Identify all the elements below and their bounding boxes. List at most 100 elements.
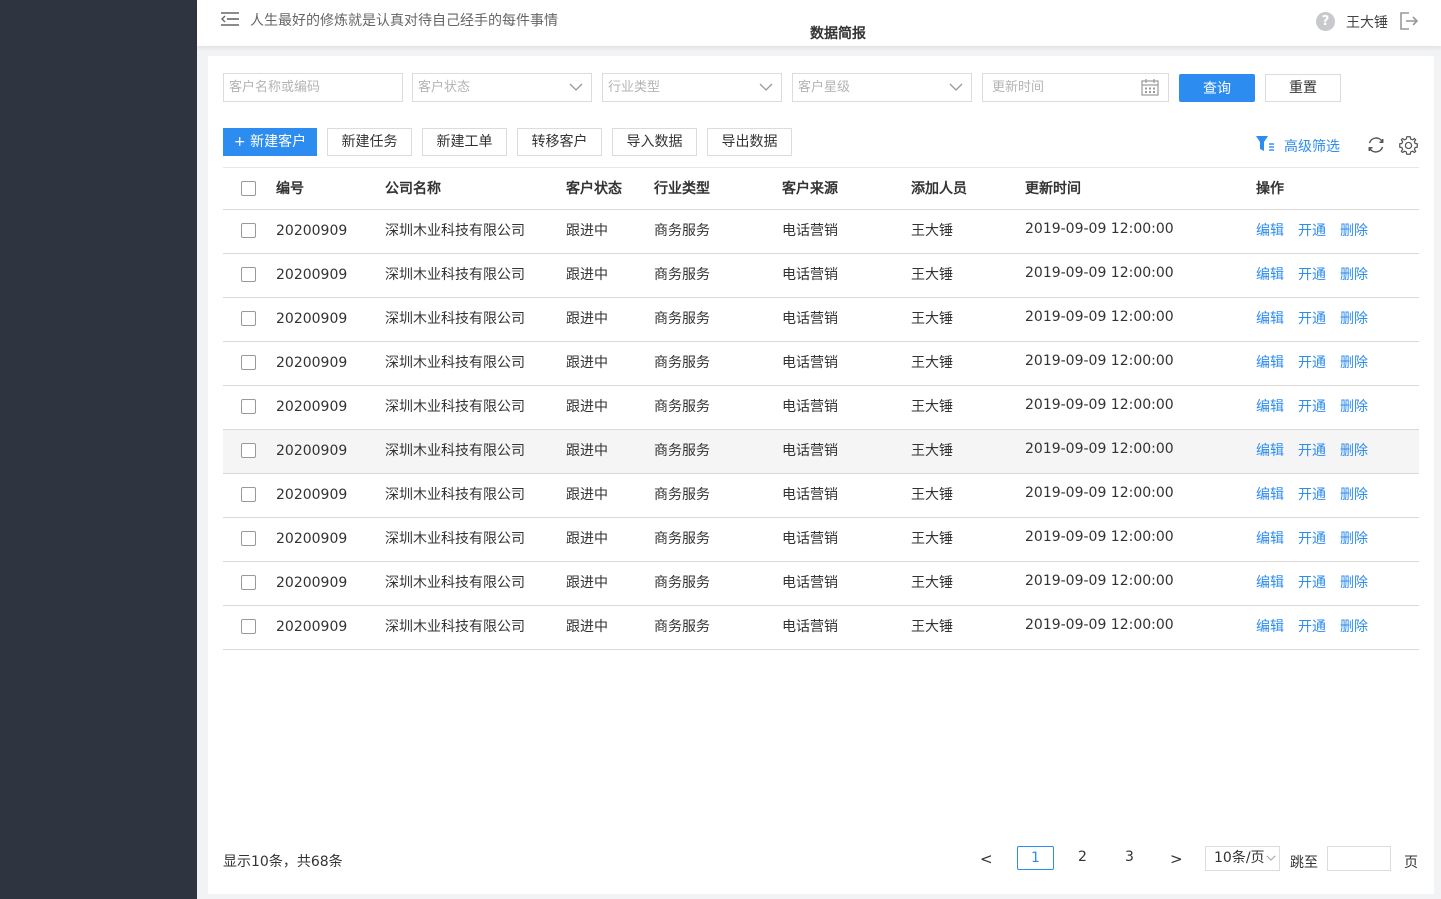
edit-link[interactable]: 编辑 xyxy=(1256,575,1284,591)
logout-icon[interactable] xyxy=(1399,11,1419,31)
cell-ops: 编辑 开通 删除 xyxy=(1256,298,1382,340)
delete-link[interactable]: 删除 xyxy=(1340,223,1368,239)
motto-text: 人生最好的修炼就是认真对待自己经手的每件事情 xyxy=(250,13,558,29)
page-size-select[interactable]: 10条/页 xyxy=(1205,846,1280,871)
cell-status: 跟进中 xyxy=(566,443,608,459)
transfer-customer-button[interactable]: 转移客户 xyxy=(517,128,602,156)
delete-link[interactable]: 删除 xyxy=(1340,355,1368,371)
table-header-row: 编号 公司名称 客户状态 行业类型 客户来源 添加人员 更新时间 操作 xyxy=(223,167,1419,210)
activate-link[interactable]: 开通 xyxy=(1298,619,1326,635)
delete-link[interactable]: 删除 xyxy=(1340,487,1368,503)
activate-link[interactable]: 开通 xyxy=(1298,399,1326,415)
cell-id: 20200909 xyxy=(276,531,348,547)
row-checkbox[interactable] xyxy=(241,355,256,370)
activate-link[interactable]: 开通 xyxy=(1298,487,1326,503)
edit-link[interactable]: 编辑 xyxy=(1256,311,1284,327)
jump-label: 跳至 xyxy=(1290,855,1318,871)
activate-link[interactable]: 开通 xyxy=(1298,267,1326,283)
cell-time: 2019-09-09 12:00:00 xyxy=(1025,529,1174,545)
header-company: 公司名称 xyxy=(385,181,441,197)
cell-company: 深圳木业科技有限公司 xyxy=(385,399,525,415)
gear-icon[interactable] xyxy=(1398,135,1419,156)
new-customer-button[interactable]: + 新建客户 xyxy=(223,128,317,156)
delete-link[interactable]: 删除 xyxy=(1340,399,1368,415)
edit-link[interactable]: 编辑 xyxy=(1256,487,1284,503)
row-checkbox[interactable] xyxy=(241,531,256,546)
activate-link[interactable]: 开通 xyxy=(1298,531,1326,547)
row-checkbox[interactable] xyxy=(241,267,256,282)
edit-link[interactable]: 编辑 xyxy=(1256,355,1284,371)
time-picker[interactable]: 更新时间 xyxy=(982,73,1169,102)
row-checkbox[interactable] xyxy=(241,443,256,458)
delete-link[interactable]: 删除 xyxy=(1340,267,1368,283)
cell-company: 深圳木业科技有限公司 xyxy=(385,531,525,547)
export-data-button[interactable]: 导出数据 xyxy=(707,128,792,156)
cell-company: 深圳木业科技有限公司 xyxy=(385,619,525,635)
table-row: 20200909 深圳木业科技有限公司 跟进中 商务服务 电话营销 王大锤 2019-09-… xyxy=(223,430,1419,474)
select-all-checkbox[interactable] xyxy=(241,181,256,196)
prev-page-button[interactable]: < xyxy=(980,850,993,868)
edit-link[interactable]: 编辑 xyxy=(1256,531,1284,547)
next-page-button[interactable]: > xyxy=(1170,850,1183,868)
reset-button[interactable]: 重置 xyxy=(1265,74,1341,102)
status-select[interactable]: 客户状态 xyxy=(412,73,592,102)
table-row: 20200909 深圳木业科技有限公司 跟进中 商务服务 电话营销 王大锤 2019-09-… xyxy=(223,254,1419,298)
cell-industry: 商务服务 xyxy=(654,575,710,591)
row-checkbox[interactable] xyxy=(241,399,256,414)
pagination-summary: 显示10条，共68条 xyxy=(223,854,343,870)
edit-link[interactable]: 编辑 xyxy=(1256,443,1284,459)
header-id: 编号 xyxy=(276,181,304,197)
row-checkbox[interactable] xyxy=(241,575,256,590)
row-checkbox[interactable] xyxy=(241,487,256,502)
edit-link[interactable]: 编辑 xyxy=(1256,223,1284,239)
cell-source: 电话营销 xyxy=(782,311,838,327)
delete-link[interactable]: 删除 xyxy=(1340,531,1368,547)
activate-link[interactable]: 开通 xyxy=(1298,355,1326,371)
level-select[interactable]: 客户星级 xyxy=(792,73,972,102)
cell-industry: 商务服务 xyxy=(654,311,710,327)
edit-link[interactable]: 编辑 xyxy=(1256,399,1284,415)
row-checkbox[interactable] xyxy=(241,619,256,634)
cell-company: 深圳木业科技有限公司 xyxy=(385,487,525,503)
page-2-button[interactable]: 2 xyxy=(1064,846,1101,870)
cell-id: 20200909 xyxy=(276,267,348,283)
delete-link[interactable]: 删除 xyxy=(1340,311,1368,327)
filter-icon[interactable] xyxy=(1255,135,1275,153)
delete-link[interactable]: 删除 xyxy=(1340,619,1368,635)
cell-industry: 商务服务 xyxy=(654,399,710,415)
cell-status: 跟进中 xyxy=(566,575,608,591)
row-checkbox[interactable] xyxy=(241,311,256,326)
cell-status: 跟进中 xyxy=(566,355,608,371)
activate-link[interactable]: 开通 xyxy=(1298,443,1326,459)
username[interactable]: 王大锤 xyxy=(1346,12,1388,32)
activate-link[interactable]: 开通 xyxy=(1298,575,1326,591)
activate-link[interactable]: 开通 xyxy=(1298,223,1326,239)
refresh-icon[interactable] xyxy=(1366,135,1386,155)
page-1-button[interactable]: 1 xyxy=(1017,846,1054,870)
jump-page-input[interactable] xyxy=(1327,846,1391,871)
menu-toggle-icon[interactable] xyxy=(221,11,239,27)
delete-link[interactable]: 删除 xyxy=(1340,575,1368,591)
cell-source: 电话营销 xyxy=(782,267,838,283)
new-order-button[interactable]: 新建工单 xyxy=(422,128,507,156)
query-button[interactable]: 查询 xyxy=(1179,74,1255,102)
delete-link[interactable]: 删除 xyxy=(1340,443,1368,459)
cell-time: 2019-09-09 12:00:00 xyxy=(1025,573,1174,589)
industry-select[interactable]: 行业类型 xyxy=(602,73,782,102)
cell-source: 电话营销 xyxy=(782,223,838,239)
cell-industry: 商务服务 xyxy=(654,487,710,503)
page-3-button[interactable]: 3 xyxy=(1111,846,1148,870)
customer-table: 编号 公司名称 客户状态 行业类型 客户来源 添加人员 更新时间 操作 2020… xyxy=(223,167,1419,650)
help-icon[interactable]: ? xyxy=(1316,12,1335,31)
search-input[interactable] xyxy=(229,74,402,101)
row-checkbox[interactable] xyxy=(241,223,256,238)
cell-id: 20200909 xyxy=(276,355,348,371)
new-task-button[interactable]: 新建任务 xyxy=(327,128,412,156)
cell-id: 20200909 xyxy=(276,399,348,415)
import-data-button[interactable]: 导入数据 xyxy=(612,128,697,156)
cell-company: 深圳木业科技有限公司 xyxy=(385,355,525,371)
edit-link[interactable]: 编辑 xyxy=(1256,267,1284,283)
edit-link[interactable]: 编辑 xyxy=(1256,619,1284,635)
advanced-filter-link[interactable]: 高级筛选 xyxy=(1284,136,1340,156)
activate-link[interactable]: 开通 xyxy=(1298,311,1326,327)
